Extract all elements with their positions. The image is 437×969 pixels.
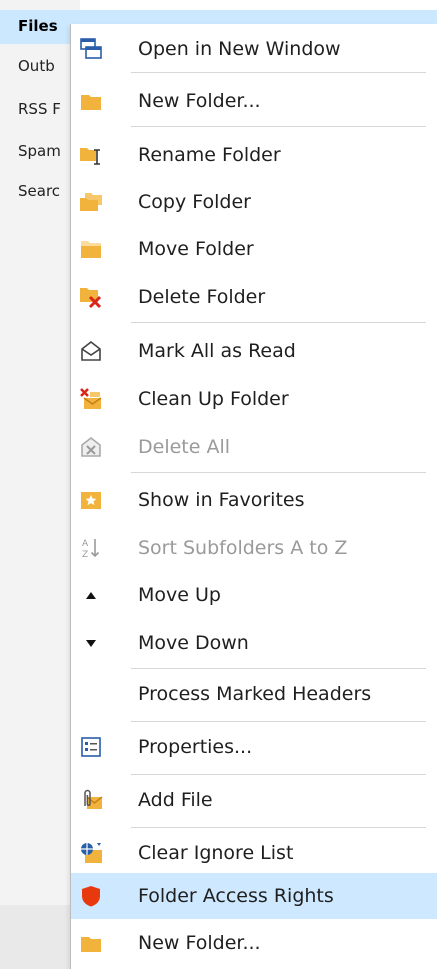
- triangle-down-icon: [79, 631, 103, 655]
- menu-item-move-down[interactable]: Move Down: [71, 626, 437, 660]
- menu-item-label: New Folder...: [138, 90, 261, 112]
- menu-item-label: Properties...: [138, 736, 253, 758]
- menu-item-open-new-window[interactable]: Open in New Window: [71, 32, 437, 66]
- menu-item-label: Move Up: [138, 584, 221, 606]
- shield-icon: [79, 884, 103, 908]
- menu-separator: [131, 668, 426, 669]
- svg-text:Z: Z: [82, 550, 88, 560]
- new-window-icon: [79, 37, 103, 61]
- menu-item-rename-folder[interactable]: Rename Folder: [71, 138, 437, 172]
- menu-item-folder-access-rights[interactable]: Folder Access Rights: [71, 873, 437, 919]
- menu-item-clear-ignore-list[interactable]: Clear Ignore List: [71, 836, 437, 870]
- menu-separator: [131, 827, 426, 828]
- rename-folder-icon: [79, 143, 103, 167]
- menu-item-clean-up-folder[interactable]: Clean Up Folder: [71, 382, 437, 416]
- menu-item-label: Process Marked Headers: [138, 683, 372, 705]
- triangle-up-icon: [79, 583, 103, 607]
- menu-item-label: Folder Access Rights: [138, 885, 334, 907]
- menu-item-show-in-favorites[interactable]: Show in Favorites: [71, 483, 437, 517]
- clear-ignore-icon: [79, 841, 103, 865]
- clean-up-icon: [79, 387, 103, 411]
- move-folder-icon: [79, 237, 103, 261]
- menu-item-label: Delete All: [138, 436, 231, 458]
- folder-item-rss[interactable]: RSS F: [18, 100, 61, 118]
- menu-item-label: Show in Favorites: [138, 489, 305, 511]
- menu-item-properties[interactable]: Properties...: [71, 730, 437, 764]
- menu-item-delete-all[interactable]: Delete All: [71, 430, 437, 464]
- menu-item-new-folder-2[interactable]: New Folder...: [71, 924, 437, 962]
- delete-folder-icon: [79, 285, 103, 309]
- menu-item-label: Mark All as Read: [138, 340, 296, 362]
- menu-item-label: Sort Subfolders A to Z: [138, 537, 348, 559]
- menu-item-move-folder[interactable]: Move Folder: [71, 232, 437, 266]
- menu-item-move-up[interactable]: Move Up: [71, 578, 437, 612]
- menu-separator: [131, 472, 426, 473]
- folder-icon: [79, 931, 103, 955]
- menu-separator: [131, 721, 426, 722]
- folder-item-outbox[interactable]: Outb: [18, 57, 55, 75]
- svg-text:A: A: [82, 539, 89, 549]
- menu-separator: [131, 322, 426, 323]
- menu-separator: [131, 126, 426, 127]
- menu-item-label: Add File: [138, 789, 213, 811]
- menu-separator: [131, 72, 426, 73]
- menu-item-add-file[interactable]: Add File: [71, 783, 437, 817]
- delete-all-icon: [79, 435, 103, 459]
- menu-item-label: Open in New Window: [138, 38, 341, 60]
- menu-item-mark-all-read[interactable]: Mark All as Read: [71, 334, 437, 368]
- folder-item-search[interactable]: Searc: [18, 182, 60, 200]
- menu-item-new-folder[interactable]: New Folder...: [71, 84, 437, 118]
- menu-separator: [131, 774, 426, 775]
- menu-item-label: Move Folder: [138, 238, 254, 260]
- sort-az-icon: A Z: [79, 536, 103, 560]
- menu-item-label: New Folder...: [138, 932, 261, 954]
- menu-item-label: Rename Folder: [138, 144, 281, 166]
- properties-icon: [79, 735, 103, 759]
- folder-item-spam[interactable]: Spam: [18, 142, 61, 160]
- menu-item-label: Clean Up Folder: [138, 388, 289, 410]
- folder-context-menu: Open in New Window New Folder... Rename …: [70, 24, 437, 969]
- menu-item-label: Delete Folder: [138, 286, 266, 308]
- copy-folder-icon: [79, 190, 103, 214]
- folder-pane-footer: [0, 905, 80, 969]
- open-envelope-icon: [79, 339, 103, 363]
- menu-item-process-marked-headers[interactable]: Process Marked Headers: [71, 677, 437, 711]
- menu-item-sort-subfolders[interactable]: A Z Sort Subfolders A to Z: [71, 531, 437, 565]
- favorites-star-icon: [79, 488, 103, 512]
- menu-item-label: Move Down: [138, 632, 249, 654]
- folder-item-files[interactable]: Files: [18, 17, 58, 35]
- menu-item-label: Copy Folder: [138, 191, 251, 213]
- menu-item-delete-folder[interactable]: Delete Folder: [71, 280, 437, 314]
- paperclip-envelope-icon: [79, 788, 103, 812]
- menu-item-label: Clear Ignore List: [138, 842, 294, 864]
- menu-item-copy-folder[interactable]: Copy Folder: [71, 185, 437, 219]
- folder-icon: [79, 89, 103, 113]
